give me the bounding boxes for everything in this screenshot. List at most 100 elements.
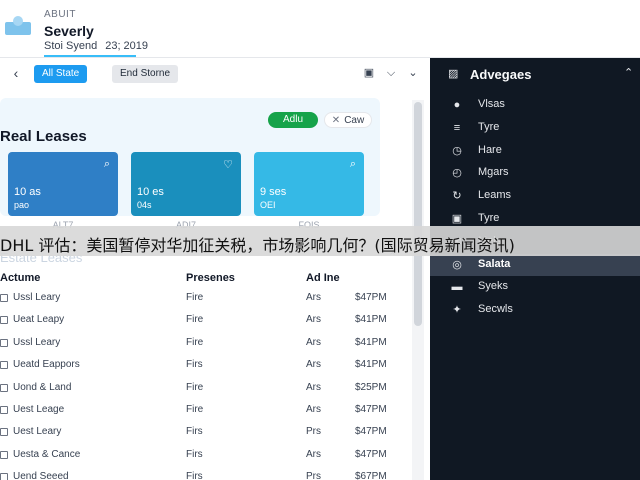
column-header-date[interactable]: Ad Ine (306, 272, 340, 284)
news-banner: DHL 评估：美国暂停对华加征关税，市场影响几何？(国际贸易新闻资讯) (0, 226, 640, 256)
table-row[interactable]: Ueat Leapy Fire Ars $41PM (0, 311, 405, 333)
back-arrow-icon[interactable]: ‹ (8, 65, 24, 81)
row-status: Fire (186, 292, 204, 303)
row-name: Uond & Land (13, 381, 72, 393)
clear-button[interactable]: ✕ Caw (324, 112, 372, 128)
row-code: Ars (306, 292, 321, 303)
row-code: Ars (306, 448, 321, 460)
row-status: Fire (186, 336, 204, 348)
table-row[interactable]: Ussl Leary Fire Ars $41PM (0, 334, 405, 356)
stat-card-1[interactable]: ⌕ 10 as pao (8, 152, 118, 216)
stat-card-3[interactable]: ⌕ 9 ses OEI (254, 152, 364, 216)
add-button[interactable]: Adlu (268, 112, 318, 128)
tab-all-state[interactable]: All State (34, 65, 88, 83)
sidebar-item-label: Syeks (478, 280, 508, 293)
row-status: Firs (186, 359, 203, 371)
row-code: Prs (306, 471, 321, 480)
tab-end-storne[interactable]: End Storne (112, 65, 179, 83)
row-status: Fire (186, 314, 204, 326)
sidebar-item-tyre[interactable]: ≡ Tyre (430, 117, 640, 139)
subtitle-year: 23; 2019 (105, 40, 149, 52)
header-underline (44, 55, 136, 57)
filter-icon[interactable]: ⌵ (384, 66, 398, 80)
sidebar-item-label: Mgars (478, 166, 509, 179)
sidebar-item-mgars[interactable]: ◴ Mgars (430, 162, 640, 184)
row-checkbox[interactable] (0, 406, 8, 414)
row-checkbox[interactable] (0, 361, 8, 370)
row-time: $25PM (355, 381, 387, 393)
lock-icon[interactable]: ▣ (362, 66, 376, 80)
row-time: $47PM (355, 448, 387, 460)
row-checkbox[interactable] (0, 338, 8, 347)
row-status: Firs (186, 471, 203, 480)
app-subtitle: Stoi Syend 23; 2019 (44, 40, 148, 52)
table-row[interactable]: Uest Leary Firs Prs $47PM (0, 423, 405, 445)
row-time: $47PM (355, 404, 387, 415)
sidebar-header[interactable]: ▨ Advegaes ⌃ (430, 58, 640, 90)
sidebar-item-syeks[interactable]: ▬ Syeks (430, 276, 640, 298)
column-header-name[interactable]: Actume (0, 272, 40, 284)
user-icon: ● (453, 99, 461, 111)
row-checkbox[interactable] (0, 294, 8, 302)
row-checkbox[interactable] (0, 316, 8, 325)
sidebar-item-label: Hare (478, 143, 502, 156)
column-header-status[interactable]: Presenes (186, 272, 235, 284)
table-row[interactable]: Uest Leage Fire Ars $47PM (0, 401, 405, 423)
stat-sub: OEI (260, 200, 276, 210)
table-row[interactable]: Uond & Land Fire Ars $25PM (0, 379, 405, 401)
row-checkbox[interactable] (0, 383, 8, 392)
row-name: Uend Seeed (13, 471, 69, 480)
row-status: Fire (186, 404, 204, 415)
sidebar-item-hare[interactable]: ◷ Hare (430, 140, 640, 162)
image-icon: ▨ (448, 68, 459, 80)
list-icon: ≡ (453, 121, 461, 134)
table-row[interactable]: Uend Seeed Firs Prs $67PM (0, 468, 405, 480)
sidebar-item-secwls[interactable]: ✦ Secwls (430, 299, 640, 321)
app-window: ABUIT Severly Stoi Syend 23; 2019 ‹ All S… (0, 0, 640, 480)
leases-title: Real Leases (0, 128, 87, 145)
stat-card-2[interactable]: ♡ 10 es 04s (131, 152, 241, 216)
clear-button-label: Caw (344, 115, 365, 126)
sidebar-item-label: Vlsas (478, 98, 505, 110)
scrollbar-thumb[interactable] (414, 102, 422, 326)
row-code: Ars (306, 359, 321, 371)
toolbar: ‹ All State End Storne ▣ ⌵ ⌄ (0, 58, 430, 90)
sidebar-item-leams[interactable]: ↻ Leams (430, 185, 640, 207)
row-checkbox[interactable] (0, 473, 8, 480)
right-sidebar: ▨ Advegaes ⌃ ● Vlsas ≡ Tyre ◷ Hare ◴ Mgars ↻ Leam… (430, 58, 640, 480)
row-time: $67PM (355, 471, 387, 480)
row-time: $47PM (355, 292, 387, 303)
sidebar-title: Advegaes (470, 67, 532, 82)
row-checkbox[interactable] (0, 428, 8, 437)
stat-value: 9 ses (260, 186, 287, 198)
row-name: Ueat Leapy (13, 314, 65, 326)
row-name: Ussl Leary (13, 336, 61, 348)
stat-value: 10 as (14, 186, 41, 198)
top-header: ABUIT Severly Stoi Syend 23; 2019 (0, 0, 640, 58)
chevron-up-icon[interactable]: ⌃ (624, 66, 633, 79)
sidebar-item-label: Salata (478, 257, 511, 270)
row-code: Ars (306, 381, 321, 393)
row-checkbox[interactable] (0, 450, 8, 459)
target-icon: ◎ (452, 258, 462, 271)
row-time: $41PM (355, 314, 387, 326)
sidebar-item-salata[interactable]: ◎ Salata (430, 253, 640, 276)
folder-icon: ▬ (451, 281, 463, 294)
row-status: Firs (186, 426, 203, 438)
row-code: Prs (306, 426, 321, 438)
table-row[interactable]: Ussl Leary Fire Ars $47PM (0, 289, 405, 311)
sidebar-item-label: Secwls (478, 303, 513, 316)
star-icon: ✦ (452, 304, 462, 317)
table-row[interactable]: Uesta & Cance Firs Ars $47PM (0, 446, 405, 468)
refresh-icon: ↻ (452, 190, 462, 203)
row-name: Ueatd Eappors (13, 359, 80, 371)
tag-icon: ▣ (451, 213, 463, 225)
sidebar-item-vlsas[interactable]: ● Vlsas (430, 94, 640, 116)
subtitle-text: Stoi Syend (44, 40, 98, 52)
search-icon: ⌕ (349, 158, 356, 170)
more-icon[interactable]: ⌄ (406, 66, 420, 80)
app-logo-icon (5, 16, 31, 35)
leases-summary-panel: Real Leases Adlu ✕ Caw ⌕ 10 as pao ♡ 10 e… (0, 98, 380, 230)
table-row[interactable]: Ueatd Eappors Firs Ars $41PM (0, 356, 405, 378)
row-name: Uest Leary (13, 426, 62, 438)
